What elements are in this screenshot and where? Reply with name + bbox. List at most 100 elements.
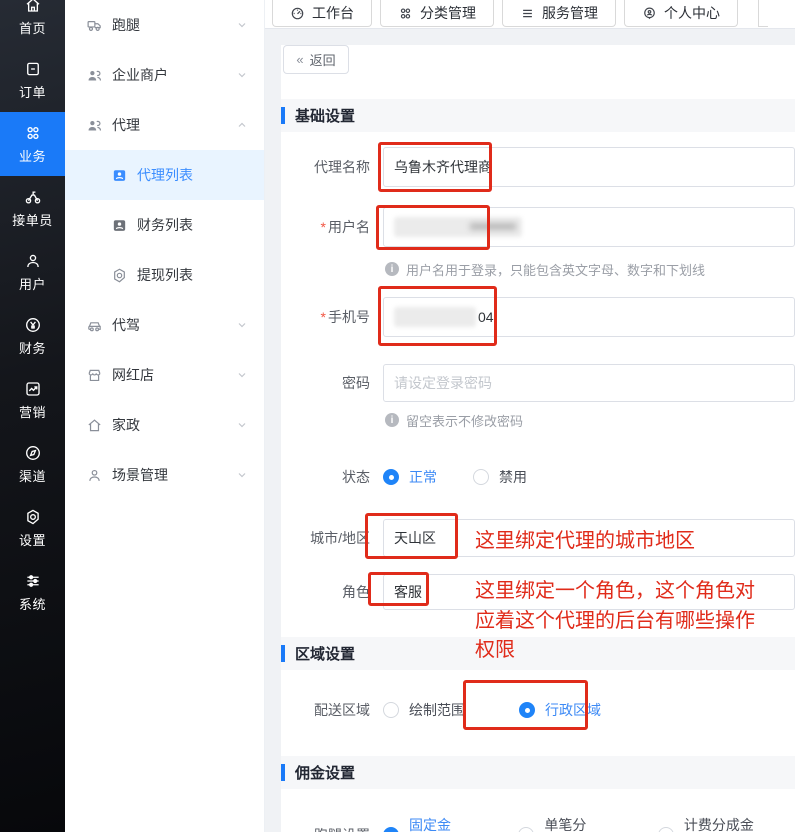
info-icon: i [385,262,399,276]
primary-nav-home[interactable]: 首页 [0,0,65,48]
order-icon [24,60,42,78]
secondary-sidebar: 跑腿 企业商户 代理 代理列表 财务列表 提现列表 代驾 [65,0,265,832]
phone-input[interactable]: 04 [383,297,795,337]
form-card: « 返回 基础设置 代理名称 乌鲁木齐代理商 *用户名 [281,45,795,832]
delivery-option-draw[interactable]: 绘制范围 [383,700,465,720]
username-label: *用户名 [281,217,383,237]
section-title: 区域设置 [295,643,355,664]
chevron-down-icon [236,19,248,31]
primary-nav-marketing[interactable]: 营销 [0,368,65,432]
password-label: 密码 [281,373,383,393]
primary-nav-business[interactable]: 业务 [0,112,65,176]
tab-partial[interactable] [758,0,768,27]
radio-label[interactable]: 绘制范围 [409,700,465,720]
tab-personal-center[interactable]: 个人中心 [624,0,738,27]
menu-item-housekeeping[interactable]: 家政 [65,400,264,450]
menu-item-label: 财务列表 [137,215,193,235]
primary-nav-orders[interactable]: 订单 [0,48,65,112]
menu-item-label: 家政 [112,415,140,435]
radio-selected-icon[interactable] [383,827,399,832]
hint-text: 用户名用于登录，只能包含英文字母、数字和下划线 [406,260,705,279]
primary-nav-label: 系统 [19,594,46,613]
primary-nav-couriers[interactable]: 接单员 [0,176,65,240]
home-icon [24,0,42,14]
errand-settings-row: 跑腿设置 固定金额 单笔分成 计费分成金额 [281,816,795,832]
menu-item-finance-list[interactable]: 财务列表 [65,200,264,250]
agent-name-label: 代理名称 [281,157,383,177]
radio-selected-icon[interactable] [383,469,399,485]
radio-unselected-icon[interactable] [473,469,489,485]
radio-label[interactable]: 固定金额 [409,815,458,832]
redacted-phone-value [394,307,476,327]
password-input[interactable]: 请设定登录密码 [383,364,795,402]
sliders-icon [24,572,42,590]
errand-option-per-order[interactable]: 单笔分成 [518,815,593,832]
menu-item-agent-list[interactable]: 代理列表 [65,150,264,200]
delivery-option-admin[interactable]: 行政区域 [519,700,601,720]
menu-item-paotui[interactable]: 跑腿 [65,0,264,50]
primary-nav-label: 设置 [19,530,46,549]
delivery-area-row: 配送区域 绘制范围 行政区域 [281,696,795,724]
menu-item-online-shop[interactable]: 网红店 [65,350,264,400]
menu-item-agents[interactable]: 代理 [65,100,264,150]
username-hint: i 用户名用于登录，只能包含英文字母、数字和下划线 [385,261,795,277]
people-icon [86,117,103,134]
tab-service-management[interactable]: 服务管理 [502,0,616,27]
main-content: 工作台 分类管理 服务管理 个人中心 « 返回 基础设置 [265,0,795,832]
primary-nav-channels[interactable]: 渠道 [0,432,65,496]
status-option-disabled[interactable]: 禁用 [473,467,527,487]
status-row: 状态 正常 禁用 [281,465,795,489]
tab-label: 个人中心 [664,3,720,23]
grid-circles-icon [398,6,413,21]
radio-unselected-icon[interactable] [658,827,674,832]
tab-label: 分类管理 [420,3,476,23]
primary-nav-label: 接单员 [12,210,53,229]
primary-nav-label: 用户 [19,274,46,293]
people-icon [86,67,103,84]
primary-nav-settings[interactable]: 设置 [0,496,65,560]
primary-nav-users[interactable]: 用户 [0,240,65,304]
user-icon [24,252,42,270]
status-option-normal[interactable]: 正常 [383,467,437,487]
section-header-commission: 佣金设置 [281,756,795,789]
agent-name-input[interactable]: 乌鲁木齐代理商 [383,147,795,187]
home-outline-icon [86,417,103,434]
radio-label[interactable]: 正常 [409,467,437,487]
radio-unselected-icon[interactable] [383,702,399,718]
radio-label[interactable]: 单笔分成 [544,815,593,832]
app-root: 首页 订单 业务 接单员 用户 财务 营销 渠道 [0,0,795,832]
password-row: 密码 请设定登录密码 [281,364,795,402]
errand-option-fixed[interactable]: 固定金额 [383,815,458,832]
username-input[interactable] [383,207,795,247]
person-outline-icon [86,467,103,484]
city-row: 城市/地区 天山区 这里绑定代理的城市地区 [281,519,795,557]
phone-row: *手机号 04 [281,297,795,337]
primary-nav-finance[interactable]: 财务 [0,304,65,368]
errand-option-metered[interactable]: 计费分成金额 [658,815,759,832]
password-placeholder: 请设定登录密码 [394,373,492,393]
role-value: 客服 [394,582,422,602]
primary-nav-system[interactable]: 系统 [0,560,65,624]
agent-name-value: 乌鲁木齐代理商 [394,157,492,177]
back-button[interactable]: « 返回 [283,45,349,74]
primary-nav-label: 财务 [19,338,46,357]
menu-item-scene-management[interactable]: 场景管理 [65,450,264,500]
storefront-icon [86,367,103,384]
required-star: * [321,309,326,325]
gauge-icon [290,6,305,21]
city-annotation-text: 这里绑定代理的城市地区 [475,524,695,553]
radio-label[interactable]: 禁用 [499,467,527,487]
chevron-down-icon [236,319,248,331]
tab-category-management[interactable]: 分类管理 [380,0,494,27]
menu-item-withdraw-list[interactable]: 提现列表 [65,250,264,300]
menu-item-driving[interactable]: 代驾 [65,300,264,350]
car-icon [86,317,103,334]
radio-selected-icon[interactable] [519,702,535,718]
tab-workbench[interactable]: 工作台 [272,0,372,27]
radio-unselected-icon[interactable] [518,827,534,832]
radio-label[interactable]: 计费分成金额 [684,815,759,832]
radio-label[interactable]: 行政区域 [545,700,601,720]
id-card-icon [111,217,128,234]
section-title: 基础设置 [295,105,355,126]
menu-item-enterprise-merchants[interactable]: 企业商户 [65,50,264,100]
